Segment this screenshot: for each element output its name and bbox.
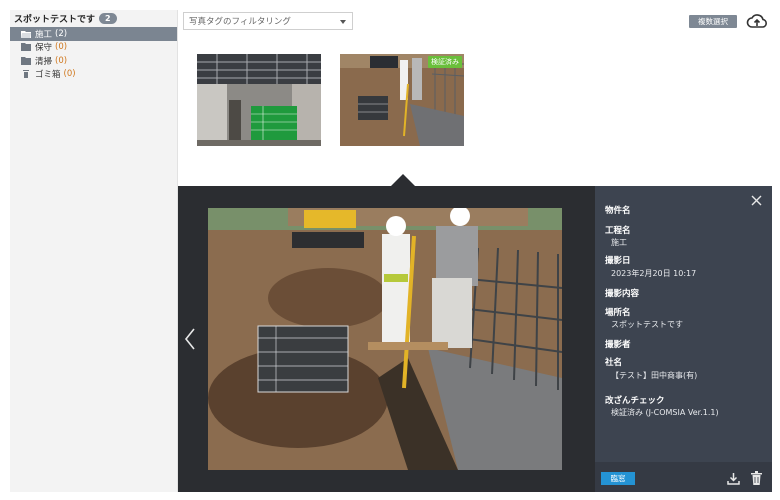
detail-value-process: 施工 <box>611 238 627 247</box>
project-count-badge: 2 <box>99 13 117 24</box>
download-icon[interactable] <box>727 472 740 485</box>
selection-pointer <box>391 174 415 186</box>
tag-filter-placeholder: 写真タグのフィルタリング <box>189 17 291 27</box>
detail-value-date: 2023年2月20日 10:17 <box>611 269 697 278</box>
multi-select-button[interactable]: 複数選択 <box>689 15 737 28</box>
approve-button[interactable]: 臨窓 <box>601 472 635 485</box>
detail-value-location: スポットテストです <box>611 320 683 329</box>
detail-label-content: 撮影内容 <box>605 289 640 299</box>
photo-thumbnail[interactable]: 検証済み <box>340 54 464 146</box>
trash-icon[interactable] <box>751 471 762 485</box>
verified-badge: 検証済み <box>428 56 462 68</box>
folder-item-trash[interactable]: ゴミ箱 (0) <box>10 68 177 82</box>
sidebar: スポットテストです 2 施工 (2) 保守 (0) 清掃 (0) ゴミ箱 (0) <box>10 10 178 492</box>
detail-label-date: 撮影日 <box>605 256 631 266</box>
close-icon[interactable] <box>751 195 762 206</box>
folder-label: ゴミ箱 <box>35 70 61 81</box>
detail-label-tamper-check: 改ざんチェック <box>605 396 665 406</box>
detail-label-property: 物件名 <box>605 206 631 216</box>
folder-item-seko[interactable]: 施工 (2) <box>10 27 177 41</box>
folder-icon <box>21 56 31 65</box>
project-name: スポットテストです <box>14 15 96 25</box>
detail-value-tamper-check: 検証済み (J-COMSIA Ver.1.1) <box>611 408 719 417</box>
detail-label-location: 場所名 <box>605 308 631 318</box>
detail-label-process: 工程名 <box>605 226 631 236</box>
thumbnail-image-construction-site <box>197 54 321 146</box>
photo-thumbnail[interactable] <box>197 54 321 146</box>
folder-label: 施工 <box>35 29 53 40</box>
folder-count: (0) <box>55 42 68 53</box>
chevron-left-icon[interactable] <box>183 327 197 351</box>
detail-label-photographer: 撮影者 <box>605 340 631 350</box>
detail-value-company: 【テスト】田中商事(有) <box>611 371 698 380</box>
folder-item-seiso[interactable]: 清掃 (0) <box>10 54 177 68</box>
folder-label: 保守 <box>35 43 53 54</box>
main-photo <box>208 208 562 470</box>
folder-open-icon <box>21 30 31 38</box>
folder-label: 清掃 <box>35 56 53 67</box>
project-header[interactable]: スポットテストです 2 <box>10 10 177 27</box>
folder-count: (2) <box>55 28 68 39</box>
photo-image-excavation-work <box>208 208 562 470</box>
tag-filter-select[interactable]: 写真タグのフィルタリング <box>183 12 353 30</box>
folder-item-hoshu[interactable]: 保守 (0) <box>10 41 177 55</box>
folder-icon <box>21 43 31 52</box>
folder-count: (0) <box>55 55 68 66</box>
folder-count: (0) <box>63 69 76 80</box>
detail-label-company: 社名 <box>605 358 623 368</box>
cloud-upload-icon[interactable] <box>746 12 768 30</box>
photo-manager-app: スポットテストです 2 施工 (2) 保守 (0) 清掃 (0) ゴミ箱 (0)… <box>0 0 780 500</box>
chevron-down-icon <box>340 20 346 24</box>
trash-icon <box>23 70 29 79</box>
folder-list: 施工 (2) 保守 (0) 清掃 (0) ゴミ箱 (0) <box>10 27 177 81</box>
